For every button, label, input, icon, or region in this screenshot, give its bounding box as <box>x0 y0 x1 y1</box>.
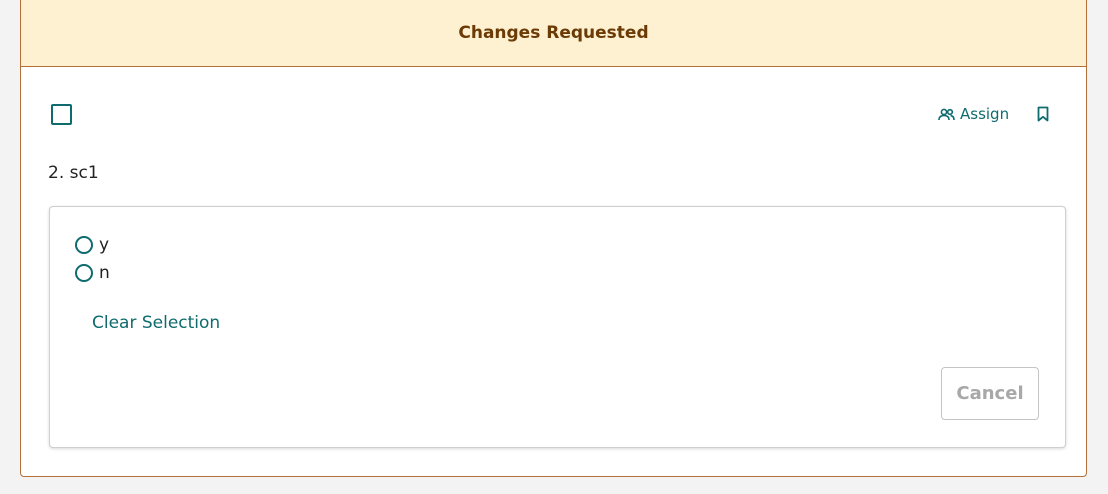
people-icon <box>938 108 955 121</box>
select-checkbox[interactable] <box>51 104 72 125</box>
cancel-button[interactable]: Cancel <box>941 367 1039 420</box>
option-y[interactable]: y <box>75 235 109 255</box>
option-label: y <box>99 235 110 255</box>
clear-selection-link[interactable]: Clear Selection <box>92 313 220 333</box>
radio-icon[interactable] <box>75 236 93 254</box>
answer-panel: y n Clear Selection Cancel <box>49 206 1066 448</box>
bookmark-icon[interactable] <box>1036 106 1050 122</box>
assign-button[interactable]: Assign <box>938 105 1009 123</box>
question-title: 2. sc1 <box>48 163 99 183</box>
option-label: n <box>99 263 110 283</box>
assign-label: Assign <box>960 105 1010 123</box>
status-banner-text: Changes Requested <box>458 22 649 43</box>
option-n[interactable]: n <box>75 263 110 283</box>
status-banner: Changes Requested <box>21 0 1086 67</box>
question-card: Changes Requested Assign 2. sc1 y n Clea <box>20 0 1087 477</box>
radio-icon[interactable] <box>75 264 93 282</box>
